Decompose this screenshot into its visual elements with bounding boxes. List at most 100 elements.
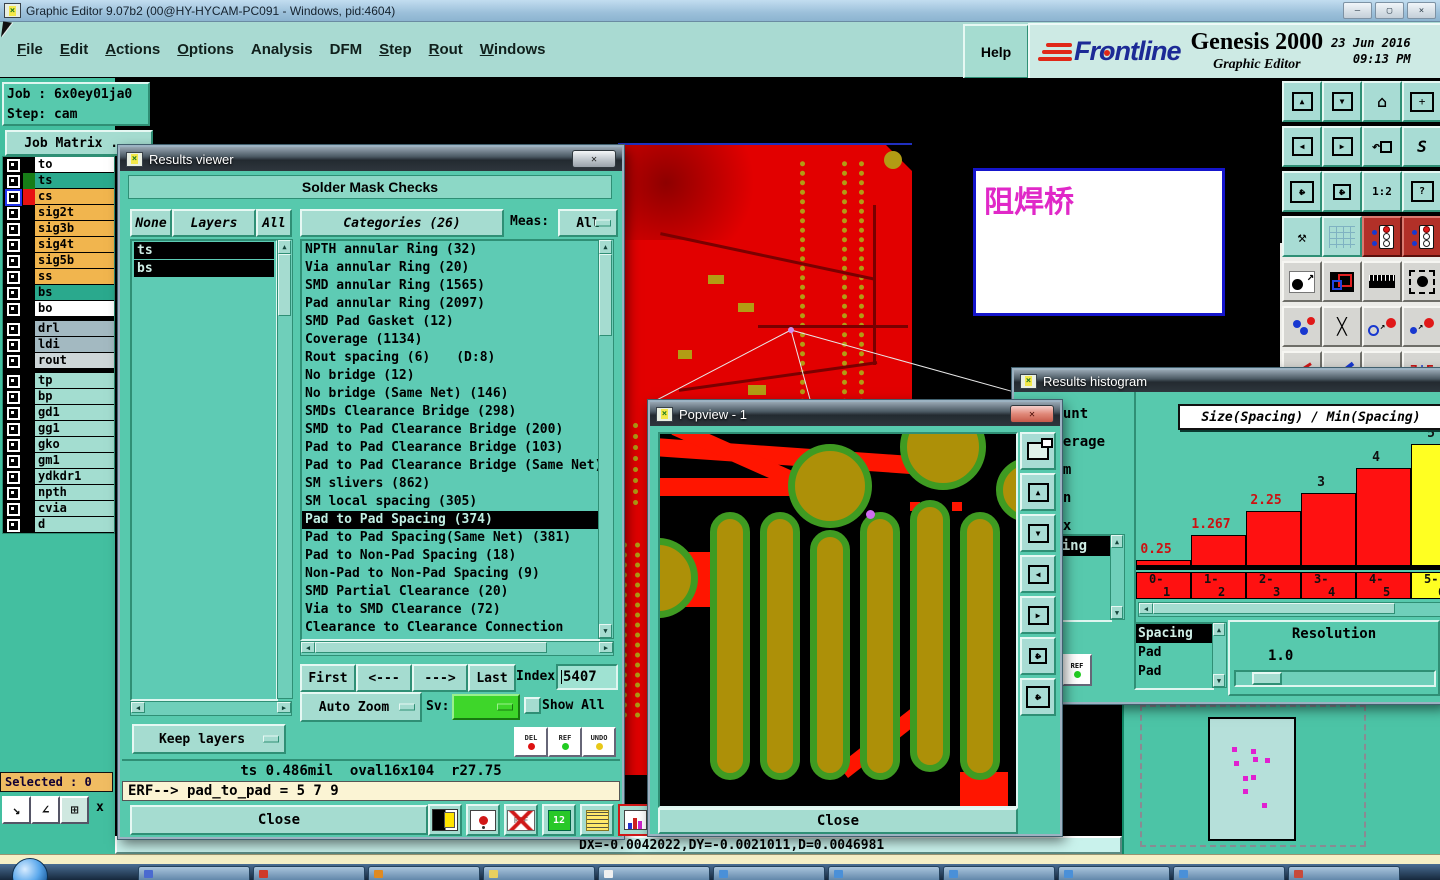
layer-row-ydkdr1[interactable]: ydkdr1 [3, 469, 114, 485]
category-item[interactable]: Rout spacing (6) (D:8) [302, 349, 598, 367]
layer-list-scrollbar[interactable]: ▲ [277, 239, 293, 699]
taskbar-button-1[interactable] [138, 866, 250, 880]
layer-checkbox-cs[interactable] [6, 190, 20, 204]
layer-checkbox-sig3b[interactable] [6, 222, 20, 236]
zoom-in-icon[interactable]: ▲ [1282, 81, 1322, 122]
ref-disabled-icon[interactable]: REF [504, 804, 538, 836]
sv-dropdown[interactable] [452, 694, 520, 720]
zoom-out-icon[interactable]: ▼ [1322, 81, 1362, 122]
param-item-pad[interactable]: Pad [1136, 662, 1212, 681]
results-viewer-close-icon[interactable]: ✕ [572, 150, 616, 168]
ruler-icon[interactable] [1362, 261, 1402, 302]
delete-result-button[interactable]: DEL [514, 727, 548, 757]
layer-row-bp[interactable]: bp [3, 389, 114, 405]
lamp-toggle-icon[interactable] [428, 804, 462, 836]
histogram-open-icon[interactable] [618, 804, 652, 836]
layer-checkbox-ydkdr1[interactable] [6, 470, 20, 484]
popview-title-bar[interactable]: × Popview - 1 ✕ [650, 402, 1060, 426]
layer-row-ts[interactable]: ts [3, 173, 114, 189]
menu-file[interactable]: File [17, 41, 43, 58]
nav-last-button[interactable]: Last [468, 664, 516, 692]
histogram-title-bar[interactable]: × Results histogram [1014, 370, 1440, 392]
layer-row-gm1[interactable]: gm1 [3, 453, 114, 469]
popview-canvas[interactable] [658, 432, 1018, 808]
nav-next-button[interactable]: ---> [412, 664, 468, 692]
layer-checkbox-to[interactable] [6, 158, 20, 172]
layer-name-cs[interactable]: cs [35, 189, 114, 205]
netlist-compare-a-icon[interactable] [1362, 216, 1402, 257]
category-item[interactable]: SM slivers (862) [302, 475, 598, 493]
pad-select-icon[interactable] [1402, 261, 1440, 302]
layer-checkbox-rout[interactable] [6, 354, 20, 368]
layer-checkbox-sig2t[interactable] [6, 206, 20, 220]
category-item[interactable]: Pad to Pad Spacing (374) [302, 511, 598, 529]
layer-list-hscrollbar[interactable]: ◀ ▶ [130, 701, 292, 716]
category-item[interactable]: No bridge (12) [302, 367, 598, 385]
taskbar-button-11[interactable] [1288, 866, 1400, 880]
results-layer-bs[interactable]: bs [134, 260, 274, 277]
layer-checkbox-gko[interactable] [6, 438, 20, 452]
category-item[interactable]: Pad annular Ring (2097) [302, 295, 598, 313]
category-item[interactable]: SMD to Pad Clearance Bridge (200) [302, 421, 598, 439]
layer-name-sig2t[interactable]: sig2t [35, 205, 114, 221]
popview-pan-left-icon[interactable]: ◀ [1020, 555, 1056, 593]
taskbar-button-10[interactable] [1173, 866, 1285, 880]
scale-1-2-icon[interactable]: 1:2 [1362, 171, 1402, 212]
notes-icon[interactable] [580, 804, 614, 836]
nav-prev-button[interactable]: <--- [356, 664, 412, 692]
param-item-pad[interactable]: Pad [1136, 643, 1212, 662]
category-item[interactable]: SMDs Clearance Bridge (298) [302, 403, 598, 421]
layer-row-cs[interactable]: cs [3, 189, 114, 205]
zoom-area-icon[interactable] [1322, 261, 1362, 302]
layer-name-gko[interactable]: gko [35, 437, 114, 453]
category-item[interactable]: Coverage (1134) [302, 331, 598, 349]
category-item[interactable]: SMD Partial Clearance (20) [302, 583, 598, 601]
layer-checkbox-gd1[interactable] [6, 406, 20, 420]
taskbar-button-4[interactable] [483, 866, 595, 880]
menu-windows[interactable]: Windows [480, 41, 546, 58]
layer-row-ss[interactable]: ss [3, 269, 114, 285]
layer-row-sig5b[interactable]: sig5b [3, 253, 114, 269]
layer-row-npth[interactable]: npth [3, 485, 114, 501]
category-item[interactable]: Pad to Pad Spacing(Same Net) (381) [302, 529, 598, 547]
popview-close-button[interactable]: Close [658, 808, 1018, 834]
layer-row-drl[interactable]: drl [3, 321, 114, 337]
taskbar-button-5[interactable] [598, 866, 710, 880]
category-item[interactable]: SM local spacing (305) [302, 493, 598, 511]
layer-row-gko[interactable]: gko [3, 437, 114, 453]
layer-name-gm1[interactable]: gm1 [35, 453, 114, 469]
layer-row-d[interactable]: d [3, 517, 114, 533]
histogram-ref-button[interactable]: REF [1062, 654, 1092, 686]
category-item[interactable]: Pad to Pad Clearance Bridge (Same Net) [302, 457, 598, 475]
resolution-slider-thumb[interactable] [1252, 672, 1282, 685]
taskbar-button-6[interactable] [713, 866, 825, 880]
taskbar-button-2[interactable] [253, 866, 365, 880]
param-item-spacing[interactable]: Spacing [1136, 624, 1212, 643]
layer-checkbox-bo[interactable] [6, 302, 20, 316]
category-item[interactable]: SMD annular Ring (1565) [302, 277, 598, 295]
layer-checkbox-bp[interactable] [6, 390, 20, 404]
layer-name-bp[interactable]: bp [35, 389, 114, 405]
menu-step[interactable]: Step [379, 41, 412, 58]
menu-rout[interactable]: Rout [429, 41, 463, 58]
layer-checkbox-ts[interactable] [6, 174, 20, 188]
pan-left-icon[interactable]: ◀ [1282, 126, 1322, 167]
measure-tool-button[interactable]: ↘ [2, 796, 31, 824]
categories-list[interactable]: NPTH annular Ring (32) Via annular Ring (… [300, 239, 600, 641]
layer-row-rout[interactable]: rout [3, 353, 114, 369]
layer-name-ldi[interactable]: ldi [35, 337, 114, 353]
layer-name-gg1[interactable]: gg1 [35, 421, 114, 437]
layer-checkbox-bs[interactable] [6, 286, 20, 300]
popview-fit-window-icon[interactable]: ↔ ↔ [1020, 637, 1056, 675]
grid-icon[interactable] [1322, 216, 1362, 257]
layer-name-bo[interactable]: bo [35, 301, 114, 317]
ref-result-button[interactable]: REF [548, 727, 582, 757]
s-curve-icon[interactable]: S [1402, 126, 1440, 167]
taskbar-button-8[interactable] [943, 866, 1055, 880]
popview-close-icon[interactable]: ✕ [1010, 405, 1054, 423]
layer-row-sig2t[interactable]: sig2t [3, 205, 114, 221]
parameter-list-scrollbar[interactable]: ▲ ▼ [1212, 622, 1227, 688]
category-item[interactable]: No bridge (Same Net) (146) [302, 385, 598, 403]
layer-name-ts[interactable]: ts [35, 173, 114, 189]
layer-name-ydkdr1[interactable]: ydkdr1 [35, 469, 114, 485]
